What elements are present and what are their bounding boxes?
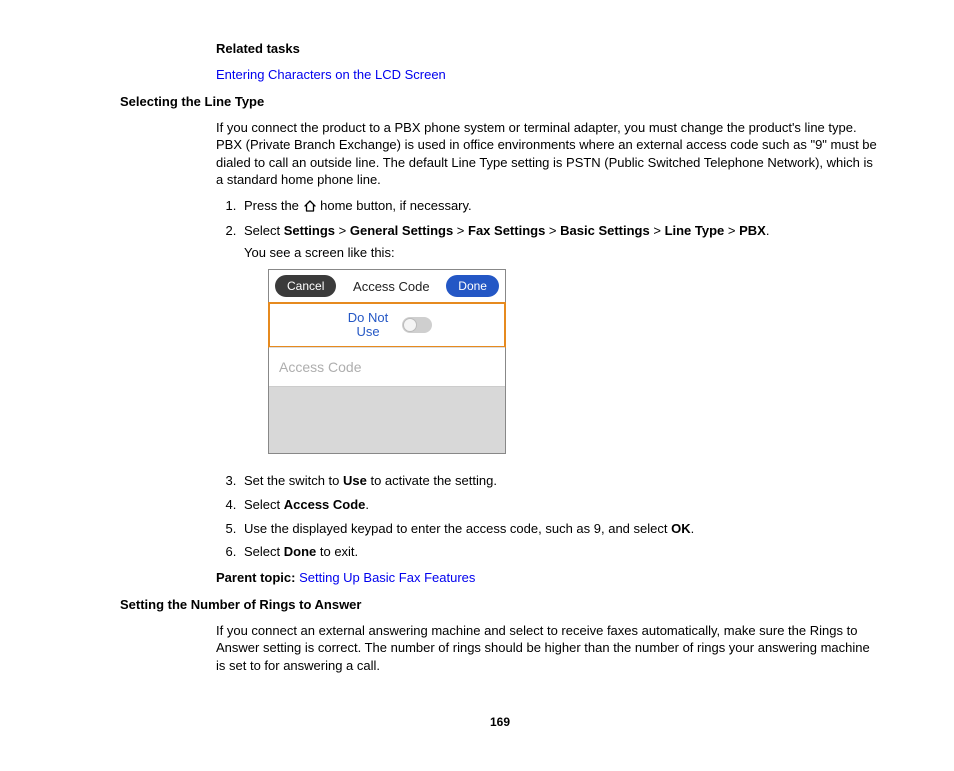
lcd-done-button[interactable]: Done <box>446 275 499 297</box>
step-5: Use the displayed keypad to enter the ac… <box>240 520 880 538</box>
rings-intro: If you connect an external answering mac… <box>216 622 880 675</box>
page-number: 169 <box>120 714 880 730</box>
lcd-do-not-use-row[interactable]: Do Not Use <box>268 302 506 348</box>
related-tasks-block: Related tasks Entering Characters on the… <box>216 40 880 83</box>
section-line-type: If you connect the product to a PBX phon… <box>216 119 880 587</box>
parent-topic-link[interactable]: Setting Up Basic Fax Features <box>299 570 475 585</box>
parent-topic: Parent topic: Setting Up Basic Fax Featu… <box>216 569 880 587</box>
section-rings: If you connect an external answering mac… <box>216 622 880 675</box>
lcd-header: Cancel Access Code Done <box>269 270 505 303</box>
section-heading-line-type: Selecting the Line Type <box>120 93 880 111</box>
lcd-do-not-use-label: Do Not Use <box>342 311 394 340</box>
lcd-title: Access Code <box>353 278 430 296</box>
lcd-empty-area <box>269 386 505 453</box>
step-4: Select Access Code. <box>240 496 880 514</box>
intro-paragraph: If you connect the product to a PBX phon… <box>216 119 880 189</box>
section-heading-rings: Setting the Number of Rings to Answer <box>120 596 880 614</box>
settings-path: Settings > General Settings > Fax Settin… <box>284 223 766 238</box>
step-2-after: You see a screen like this: <box>244 244 880 262</box>
step-6: Select Done to exit. <box>240 543 880 561</box>
step-2: Select Settings > General Settings > Fax… <box>240 222 880 454</box>
lcd-toggle[interactable] <box>402 317 432 333</box>
related-task-link[interactable]: Entering Characters on the LCD Screen <box>216 67 446 82</box>
related-tasks-label: Related tasks <box>216 40 880 58</box>
document-page: Related tasks Entering Characters on the… <box>120 40 880 731</box>
step-3: Set the switch to Use to activate the se… <box>240 472 880 490</box>
home-icon <box>303 199 317 217</box>
lcd-cancel-button[interactable]: Cancel <box>275 275 336 297</box>
step-1: Press the home button, if necessary. <box>240 197 880 217</box>
steps-list: Press the home button, if necessary. Sel… <box>216 197 880 561</box>
lcd-access-code-row[interactable]: Access Code <box>269 347 505 386</box>
lcd-screenshot: Cancel Access Code Done Do Not Use Acces… <box>268 269 506 454</box>
